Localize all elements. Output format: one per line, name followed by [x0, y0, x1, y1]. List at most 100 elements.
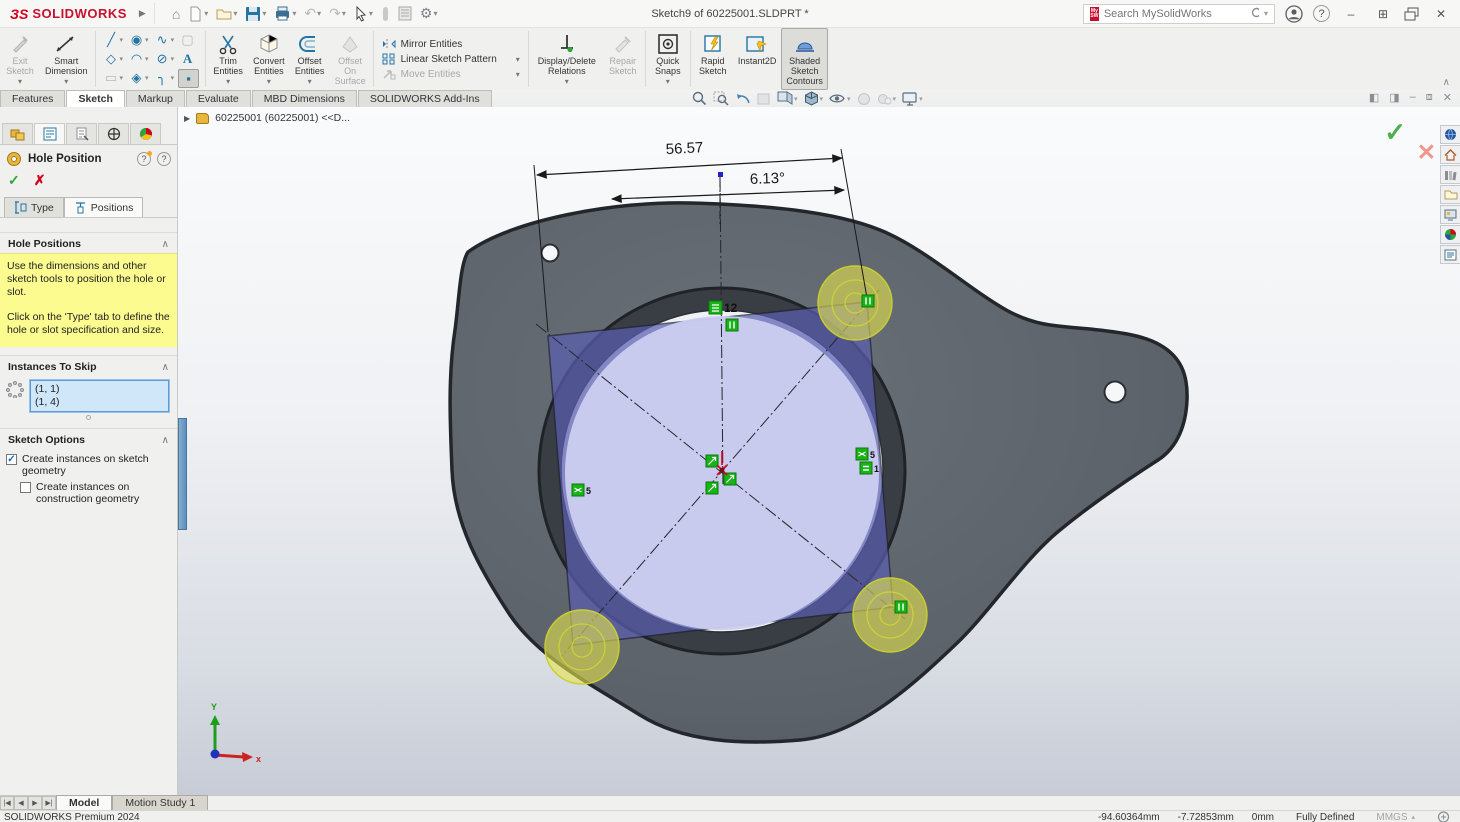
small-hole-right[interactable]: [1105, 382, 1126, 403]
sketch-canvas[interactable]: 56.57 6.13° 12 5: [178, 107, 1460, 795]
new-document-button[interactable]: ▾: [185, 4, 211, 24]
help-circle-button[interactable]: ?: [157, 152, 171, 166]
display-manager-tab[interactable]: [130, 123, 161, 144]
hide-show-items-button[interactable]: ▾: [829, 92, 851, 105]
text-tool[interactable]: A: [178, 50, 199, 69]
menu-flyout-icon[interactable]: ▶: [139, 8, 146, 19]
print-button[interactable]: ▾: [271, 4, 299, 23]
settings-button[interactable]: ⚙▾: [417, 3, 441, 24]
tab-features[interactable]: Features: [0, 90, 65, 107]
ok-button[interactable]: ✓: [8, 172, 20, 189]
doc-minimize-icon[interactable]: –: [1410, 91, 1416, 104]
panel-splitter-handle[interactable]: [178, 418, 187, 530]
dimxpert-manager-tab[interactable]: [98, 123, 129, 144]
model-tab[interactable]: Model: [56, 795, 112, 810]
view-settings-button[interactable]: ▾: [902, 92, 923, 106]
trim-entities-button[interactable]: Trim Entities▾: [208, 28, 248, 90]
circle-tool[interactable]: ◉▾: [127, 31, 151, 50]
mirror-entities-button[interactable]: Mirror Entities: [382, 38, 520, 50]
minimize-button[interactable]: –: [1340, 7, 1362, 21]
pane-left-icon[interactable]: ◧: [1369, 91, 1379, 104]
construction-geometry-checkbox[interactable]: [20, 482, 31, 493]
type-tab[interactable]: Type: [4, 197, 64, 217]
surface-sketch-tool[interactable]: ▢: [178, 31, 199, 50]
tab-solidworks-addins[interactable]: SOLIDWORKS Add-Ins: [358, 90, 492, 107]
exit-sketch-button[interactable]: Exit Sketch▾: [0, 28, 40, 90]
task-pane-appearances[interactable]: [1440, 225, 1460, 244]
options-list-button[interactable]: [395, 4, 415, 23]
point-tool[interactable]: ▪: [178, 69, 199, 88]
magnet-button[interactable]: [378, 4, 393, 24]
hole-positions-section-header[interactable]: Hole Positions ∧: [0, 232, 177, 253]
zoom-area-button[interactable]: [713, 91, 729, 106]
pane-right-icon[interactable]: ◨: [1389, 91, 1399, 104]
nav-prev-button[interactable]: ◀: [14, 796, 28, 810]
task-pane-design-library[interactable]: [1440, 165, 1460, 184]
whats-new-help-button[interactable]: ?: [137, 152, 151, 166]
edit-appearance-button[interactable]: [857, 92, 871, 106]
nav-first-button[interactable]: |◀: [0, 796, 14, 810]
tab-sketch[interactable]: Sketch: [66, 90, 124, 107]
offset-entities-button[interactable]: Offset Entities▾: [290, 28, 330, 90]
sketch-vertex-point[interactable]: [718, 172, 723, 177]
repair-sketch-button[interactable]: Repair Sketch: [603, 28, 643, 90]
rapid-sketch-button[interactable]: Rapid Sketch: [693, 28, 733, 90]
task-pane-3dexperience[interactable]: [1440, 125, 1460, 144]
previous-view-button[interactable]: [735, 91, 751, 106]
search-scope-dropdown-icon[interactable]: ▾: [1264, 9, 1268, 18]
ribbon-collapse-icon[interactable]: ∧: [1443, 77, 1450, 88]
doc-close-icon[interactable]: ✕: [1443, 91, 1452, 104]
line-tool[interactable]: ╱▾: [102, 31, 126, 50]
status-tag-icon[interactable]: [1437, 811, 1450, 822]
nav-next-button[interactable]: ▶: [28, 796, 42, 810]
maximize-button[interactable]: ⊞: [1372, 7, 1394, 21]
cancel-button[interactable]: ✗: [34, 172, 46, 189]
positions-tab[interactable]: Positions: [64, 197, 144, 217]
fillet-tool[interactable]: ╮▾: [153, 69, 177, 88]
doc-restore-icon[interactable]: ⧈: [1426, 91, 1433, 104]
search-input[interactable]: [1104, 8, 1246, 20]
view-orientation-button[interactable]: ▾: [777, 91, 798, 106]
apply-scene-button[interactable]: ▾: [877, 92, 897, 106]
redo-button[interactable]: ↷▾: [326, 3, 349, 24]
quick-snaps-button[interactable]: Quick Snaps▾: [648, 28, 688, 90]
tab-markup[interactable]: Markup: [126, 90, 185, 107]
sketch-geometry-checkbox[interactable]: ✓: [6, 454, 17, 465]
sketch-options-header[interactable]: Sketch Options ∧: [0, 428, 177, 449]
nav-last-button[interactable]: ▶|: [42, 796, 56, 810]
search-icon[interactable]: [1251, 7, 1259, 20]
feature-manager-tab[interactable]: [2, 123, 33, 144]
offset-on-surface-button[interactable]: Offset On Surface: [330, 28, 371, 90]
hole-preview-bottom-right[interactable]: [853, 578, 927, 652]
tab-evaluate[interactable]: Evaluate: [186, 90, 251, 107]
task-pane-resources[interactable]: [1440, 145, 1460, 164]
close-button[interactable]: ✕: [1430, 7, 1452, 21]
polygon-tool[interactable]: ◈▾: [127, 69, 151, 88]
instances-to-skip-header[interactable]: Instances To Skip ∧: [0, 355, 177, 376]
section-view-button[interactable]: [757, 92, 771, 106]
open-button[interactable]: ▾: [213, 5, 240, 23]
user-account-icon[interactable]: [1285, 5, 1303, 23]
shaded-sketch-contours-button[interactable]: Shaded Sketch Contours: [781, 28, 828, 90]
skip-instances-listbox[interactable]: (1, 1) (1, 4): [30, 380, 169, 412]
task-pane-file-explorer[interactable]: [1440, 185, 1460, 204]
motion-study-tab[interactable]: Motion Study 1: [112, 795, 208, 810]
property-manager-tab[interactable]: [34, 123, 65, 144]
home-button[interactable]: ⌂: [169, 4, 183, 24]
move-entities-button[interactable]: Move Entities▾: [382, 68, 520, 80]
save-button[interactable]: ▾: [242, 4, 269, 24]
hole-preview-top-right[interactable]: [818, 266, 892, 340]
ellipse-tool[interactable]: ⊘▾: [153, 50, 177, 69]
graphics-viewport[interactable]: ▶ 60225001 (60225001) <<D...: [178, 107, 1460, 795]
slot-tool[interactable]: ▭▾: [102, 69, 126, 88]
convert-entities-button[interactable]: Convert Entities▾: [248, 28, 290, 90]
rectangle-tool[interactable]: ◇▾: [102, 50, 126, 69]
dimension-width-value[interactable]: 56.57: [665, 139, 703, 158]
smart-dimension-button[interactable]: Smart Dimension▾: [40, 28, 93, 90]
unit-system-selector[interactable]: MMGS ▴: [1376, 812, 1415, 822]
restore-button[interactable]: [1404, 7, 1420, 21]
help-button[interactable]: ?: [1313, 5, 1330, 22]
confirm-cancel-corner[interactable]: ✕: [1417, 139, 1436, 166]
instant2d-button[interactable]: Instant2D: [733, 28, 782, 90]
task-pane-custom-properties[interactable]: [1440, 245, 1460, 264]
